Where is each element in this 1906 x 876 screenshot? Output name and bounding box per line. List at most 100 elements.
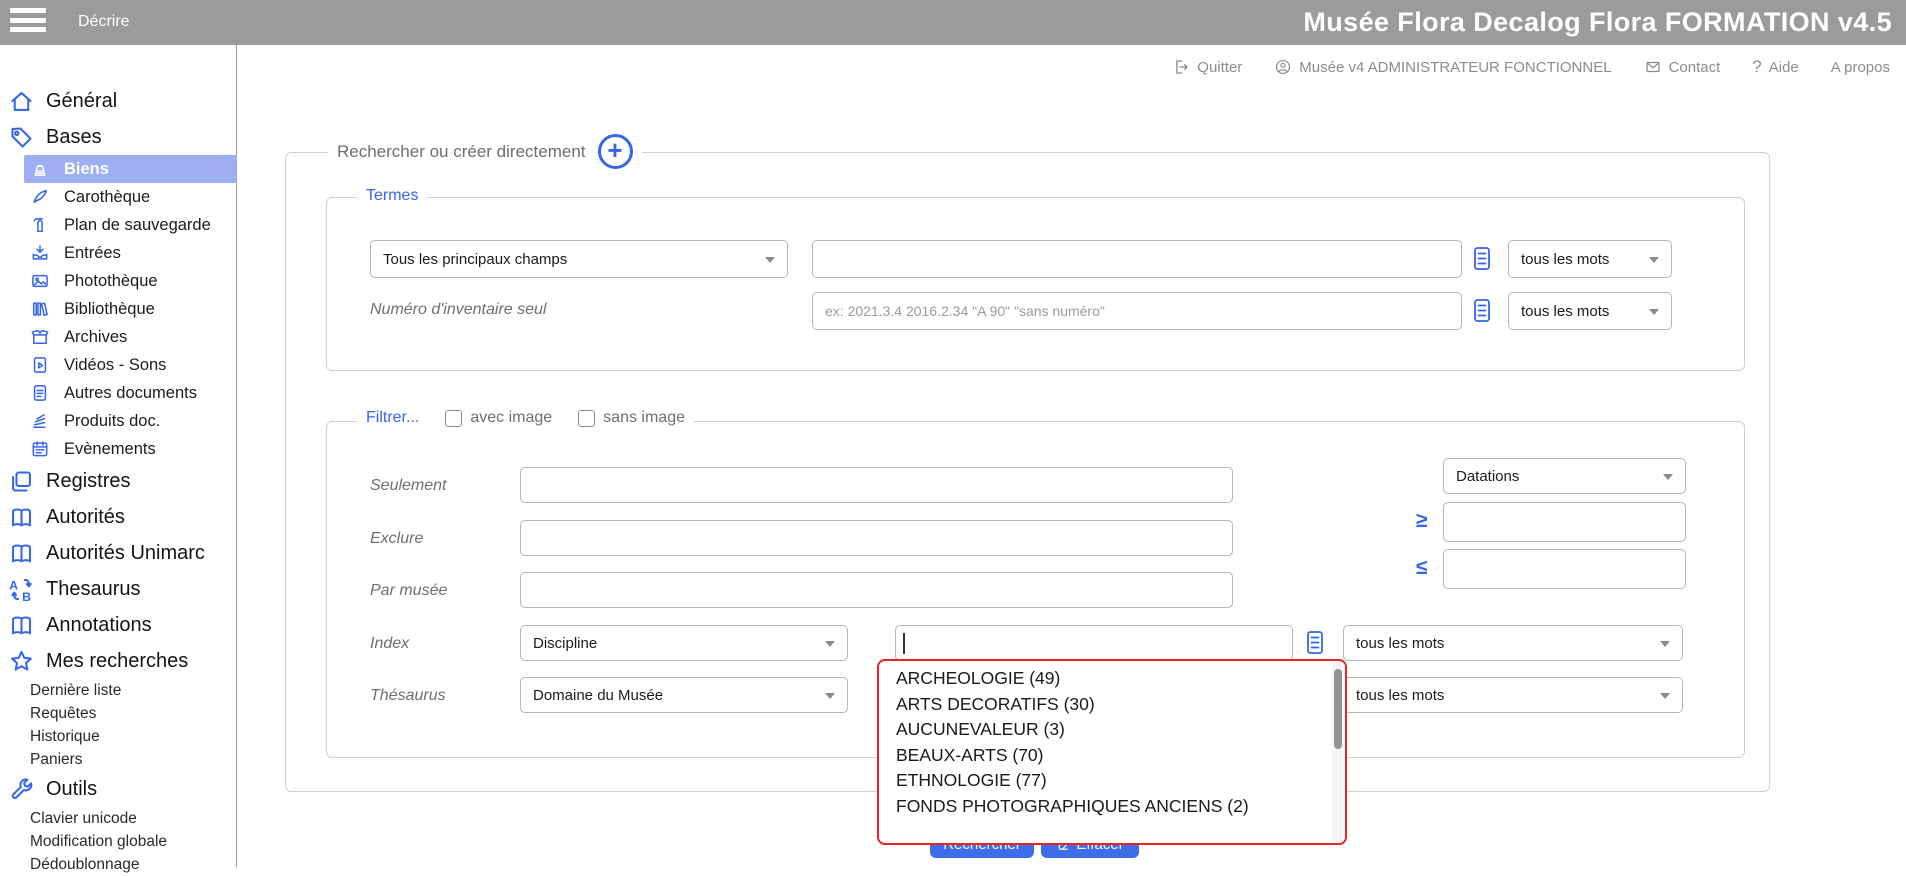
create-record-button[interactable]: + xyxy=(598,134,633,169)
sidebar-item-label: Autres documents xyxy=(64,384,197,403)
help-link[interactable]: ? Aide xyxy=(1752,57,1799,77)
without-image-checkbox-row[interactable]: sans image xyxy=(578,409,685,427)
open-book-icon xyxy=(8,504,35,531)
exclude-input[interactable] xyxy=(520,520,1233,556)
sidebar-item-clavier-unicode[interactable]: Clavier unicode xyxy=(0,807,236,830)
sidebar-item-derni-re-liste[interactable]: Dernière liste xyxy=(0,679,236,702)
about-link[interactable]: A propos xyxy=(1831,59,1890,76)
autocomplete-option[interactable]: FONDS PHOTOGRAPHIQUES ANCIENS (2) xyxy=(879,794,1331,820)
sidebar-item-label: Entrées xyxy=(64,244,121,263)
sidebar-item-label: Général xyxy=(46,90,117,113)
sidebar-item-vid-os-sons[interactable]: Vidéos - Sons xyxy=(24,351,237,379)
sidebar-item-requ-tes[interactable]: Requêtes xyxy=(0,702,236,725)
sidebar-item-label: Mes recherches xyxy=(46,650,188,673)
sidebar-item-caroth-que[interactable]: Carothèque xyxy=(24,183,237,211)
sidebar-item-mes-recherches[interactable]: Mes recherches xyxy=(0,643,236,679)
sidebar-item-bases[interactable]: Bases xyxy=(0,119,236,155)
autocomplete-option[interactable]: AUCUNEVALEUR (3) xyxy=(879,717,1331,743)
with-image-checkbox-row[interactable]: avec image xyxy=(445,409,552,427)
sidebar-item-label: Produits doc. xyxy=(64,412,160,431)
main-field-select[interactable]: Tous les principaux champs xyxy=(370,240,788,278)
autocomplete-option[interactable]: BEAUX-ARTS (70) xyxy=(879,743,1331,769)
sidebar-item-label: Thesaurus xyxy=(46,578,141,601)
sidebar-item-archives[interactable]: Archives xyxy=(24,323,237,351)
inventory-number-input[interactable]: ex: 2021.3.4 2016.2.34 "A 90" "sans numé… xyxy=(812,292,1462,330)
tag-icon xyxy=(8,124,35,151)
index-field-select[interactable]: Discipline xyxy=(520,625,848,661)
sidebar-item-biens[interactable]: Biens xyxy=(24,155,237,183)
sidebar-item-g-n-ral[interactable]: Général xyxy=(0,83,236,119)
house-icon xyxy=(8,88,35,115)
without-image-checkbox[interactable] xyxy=(578,410,595,427)
index-words-mode-select[interactable]: tous les mots xyxy=(1343,625,1683,661)
termes-fieldset: Termes xyxy=(326,197,1745,371)
by-museum-input[interactable] xyxy=(520,572,1233,608)
user-account-link[interactable]: Musée v4 ADMINISTRATEUR FONCTIONNEL xyxy=(1274,58,1611,76)
sidebar-item-annotations[interactable]: Annotations xyxy=(0,607,236,643)
only-input[interactable] xyxy=(520,467,1233,503)
sidebar-item-registres[interactable]: Registres xyxy=(0,463,236,499)
sidebar-item-label: Dernière liste xyxy=(30,682,121,700)
sidebar-item-label: Paniers xyxy=(30,751,83,769)
sidebar-item-label: Bibliothèque xyxy=(64,300,155,319)
chevron-down-icon xyxy=(825,693,835,699)
chevron-down-icon xyxy=(1649,309,1659,315)
open-book-icon xyxy=(8,540,35,567)
thesaurus-words-mode-select[interactable]: tous les mots xyxy=(1343,677,1683,713)
lexicon-picker-icon[interactable] xyxy=(1470,245,1494,277)
sidebar-item-label: Requêtes xyxy=(30,705,96,723)
utility-bar: Quitter Musée v4 ADMINISTRATEUR FONCTION… xyxy=(1172,57,1890,77)
sidebar-item-autres-documents[interactable]: Autres documents xyxy=(24,379,237,407)
contact-link[interactable]: Contact xyxy=(1644,58,1721,76)
dropdown-scrollbar-thumb[interactable] xyxy=(1334,669,1342,749)
autocomplete-option[interactable]: ARTS DECORATIFS (30) xyxy=(879,692,1331,718)
sidebar-item-produits-doc-[interactable]: Produits doc. xyxy=(24,407,237,435)
quit-link[interactable]: Quitter xyxy=(1172,58,1242,76)
sidebar-item-label: Photothèque xyxy=(64,272,158,291)
index-value-input[interactable] xyxy=(895,625,1293,661)
sidebar-item-historique[interactable]: Historique xyxy=(0,725,236,748)
sidebar-item-ev-nements[interactable]: Evènements xyxy=(24,435,237,463)
sidebar-item-label: Autorités Unimarc xyxy=(46,542,205,565)
index-label: Index xyxy=(370,635,409,653)
lexicon-picker-icon[interactable] xyxy=(1470,297,1494,329)
terms-input[interactable] xyxy=(812,240,1462,278)
hamburger-menu-icon[interactable] xyxy=(10,8,48,37)
sidebar-item-label: Dédoublonnage xyxy=(30,856,139,874)
with-image-checkbox[interactable] xyxy=(445,410,462,427)
sidebar-item-outils[interactable]: Outils xyxy=(0,771,236,807)
copies-icon xyxy=(8,468,35,495)
inventory-words-mode-select[interactable]: tous les mots xyxy=(1508,292,1672,330)
sidebar-item-label: Archives xyxy=(64,328,127,347)
sidebar-item-label: Registres xyxy=(46,470,130,493)
sidebar-item-thesaurus[interactable]: ABThesaurus xyxy=(0,571,236,607)
date-from-input[interactable] xyxy=(1443,502,1686,542)
sidebar-item-entr-es[interactable]: Entrées xyxy=(24,239,237,267)
sidebar-item-phototh-que[interactable]: Photothèque xyxy=(24,267,237,295)
quill-icon xyxy=(30,187,50,207)
calendar-icon xyxy=(30,439,50,459)
lexicon-picker-icon[interactable] xyxy=(1303,629,1327,661)
datations-select[interactable]: Datations xyxy=(1443,458,1686,494)
date-to-input[interactable] xyxy=(1443,549,1686,589)
thesaurus-field-select[interactable]: Domaine du Musée xyxy=(520,677,848,713)
search-create-legend: Rechercher ou créer directement xyxy=(337,142,586,162)
sidebar-item-autorit-s-unimarc[interactable]: Autorités Unimarc xyxy=(0,535,236,571)
autocomplete-option[interactable]: ARCHEOLOGIE (49) xyxy=(879,666,1331,692)
picture-icon xyxy=(30,271,50,291)
autocomplete-option[interactable]: ETHNOLOGIE (77) xyxy=(879,768,1331,794)
open-book-icon xyxy=(8,612,35,639)
wrench-icon xyxy=(8,776,35,803)
sidebar-navigation: Général BasesBiensCarothèquePlan de sauve… xyxy=(0,45,237,867)
sidebar-item-d-doublonnage[interactable]: Dédoublonnage xyxy=(0,853,236,876)
text-caret xyxy=(903,633,905,654)
sidebar-item-autorit-s[interactable]: Autorités xyxy=(0,499,236,535)
chevron-down-icon xyxy=(1660,693,1670,699)
sidebar-item-paniers[interactable]: Paniers xyxy=(0,748,236,771)
sidebar-item-plan-de-sauvegarde[interactable]: Plan de sauvegarde xyxy=(24,211,237,239)
terms-words-mode-select[interactable]: tous les mots xyxy=(1508,240,1672,278)
sidebar-item-modification-globale[interactable]: Modification globale xyxy=(0,830,236,853)
sidebar-item-label: Modification globale xyxy=(30,833,167,851)
sidebar-item-biblioth-que[interactable]: Bibliothèque xyxy=(24,295,237,323)
termes-legend: Termes xyxy=(366,187,418,205)
